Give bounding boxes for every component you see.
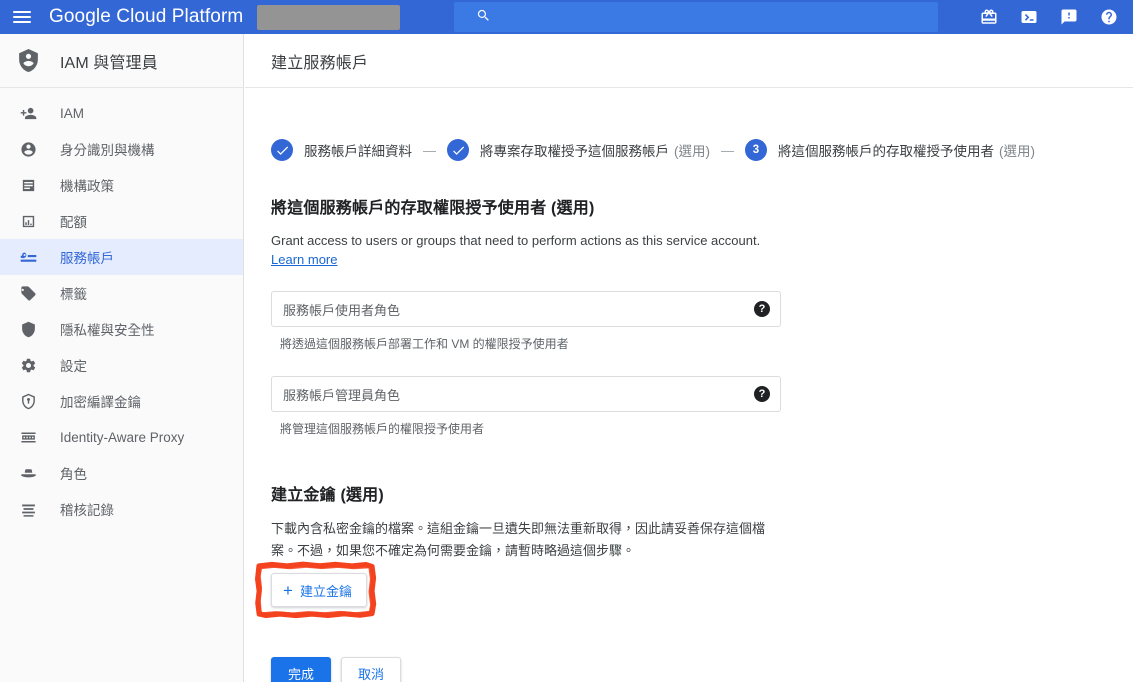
key-section-description: 下載內含私密金鑰的檔案。這組金鑰一旦遺失即無法重新取得，因此請妥善保存這個檔案。… [271, 521, 766, 558]
step-optional-tag: (選用) [999, 144, 1035, 159]
input-placeholder: 服務帳戶使用者角色 [283, 302, 401, 318]
sidebar-item-label: 加密編譯金鑰 [60, 395, 141, 410]
gift-icon[interactable] [969, 0, 1009, 34]
top-app-bar: Google Cloud Platform [0, 0, 1133, 34]
service-account-admins-role-field-group: 服務帳戶管理員角色 ? 將管理這個服務帳戶的權限授予使用者 [271, 376, 1113, 437]
top-bar-icon-group [969, 0, 1129, 34]
policy-document-icon [14, 177, 42, 194]
brand-title[interactable]: Google Cloud Platform [49, 6, 243, 28]
sidebar-item-privacy-security[interactable]: 隱私權與安全性 [0, 311, 243, 347]
gear-icon [14, 357, 42, 374]
help-icon[interactable]: ? [754, 301, 770, 317]
sidebar-item-label: 設定 [60, 359, 87, 374]
sidebar-item-label: 機構政策 [60, 179, 114, 194]
sidebar-item-label: Identity-Aware Proxy [60, 429, 185, 445]
step-label: 將專案存取權授予這個服務帳戶 [480, 144, 669, 159]
step-separator: — [423, 142, 436, 158]
page-title: 建立服務帳戶 [271, 54, 369, 72]
step-label: 服務帳戶詳細資料 [304, 144, 412, 159]
sidebar-item-label: 配額 [60, 215, 87, 230]
sidebar-item-label: 服務帳戶 [60, 251, 114, 266]
account-circle-icon [14, 141, 42, 158]
label-tag-icon [14, 285, 42, 302]
field-hint: 將透過這個服務帳戶部署工作和 VM 的權限授予使用者 [280, 337, 569, 351]
create-key-button-zone: + 建立金鑰 [255, 561, 401, 619]
service-account-admins-role-input[interactable]: 服務帳戶管理員角色 ? [271, 376, 781, 412]
access-section-title: 將這個服務帳戶的存取權限授予使用者 (選用) [271, 200, 595, 217]
sidebar-item-org-policy[interactable]: 機構政策 [0, 167, 243, 203]
sidebar-item-roles[interactable]: 角色 [0, 455, 243, 491]
step-label: 將這個服務帳戶的存取權授予使用者 [778, 144, 994, 159]
step-number-badge: 3 [745, 139, 767, 161]
main-content: 建立服務帳戶 服務帳戶詳細資料 — 將專案存取權授予這個服務帳戶 (選用) — … [245, 34, 1133, 682]
sidebar-product-title: IAM 與管理員 [60, 54, 158, 72]
sidebar-item-identity-org[interactable]: 身分識別與機構 [0, 131, 243, 167]
sidebar-item-label: IAM [60, 105, 85, 121]
access-section-description: Grant access to users or groups that nee… [271, 233, 761, 248]
sidebar-item-service-accounts[interactable]: 服務帳戶 [0, 239, 243, 275]
step-complete-check-icon [271, 139, 293, 161]
service-account-users-role-field-group: 服務帳戶使用者角色 ? 將透過這個服務帳戶部署工作和 VM 的權限授予使用者 [271, 291, 1113, 352]
step-2[interactable]: 將專案存取權授予這個服務帳戶 (選用) [447, 139, 710, 161]
field-hint: 將管理這個服務帳戶的權限授予使用者 [280, 422, 485, 436]
sidebar-item-identity-aware-proxy[interactable]: Identity-Aware Proxy [0, 419, 243, 455]
sidebar-product-header: IAM 與管理員 [0, 34, 243, 88]
search-icon [476, 8, 491, 26]
page-header: 建立服務帳戶 [245, 34, 1133, 88]
sidebar-item-label: 身分識別與機構 [60, 143, 155, 158]
wizard-step-content: 將這個服務帳戶的存取權限授予使用者 (選用) Grant access to u… [245, 194, 1133, 682]
key-section-title: 建立金鑰 (選用) [271, 487, 384, 504]
hamburger-menu-icon[interactable] [0, 0, 44, 34]
sidebar: IAM 與管理員 IAM 身分識別與機構 機構政策 配額 服務帳戶 標籤 隱私權… [0, 34, 244, 682]
sidebar-item-quota[interactable]: 配額 [0, 203, 243, 239]
step-optional-tag: (選用) [674, 144, 710, 159]
hamburger-bars [13, 8, 31, 26]
step-3[interactable]: 3 將這個服務帳戶的存取權授予使用者 (選用) [745, 139, 1035, 161]
feedback-icon[interactable] [1049, 0, 1089, 34]
wizard-stepper: 服務帳戶詳細資料 — 將專案存取權授予這個服務帳戶 (選用) — 3 將這個服務… [245, 139, 1133, 161]
cloud-shell-icon[interactable] [1009, 0, 1049, 34]
project-selector-chip[interactable] [257, 4, 401, 30]
sidebar-item-iam[interactable]: IAM [0, 95, 243, 131]
help-icon[interactable] [1089, 0, 1129, 34]
sidebar-item-settings[interactable]: 設定 [0, 347, 243, 383]
create-key-button[interactable]: + 建立金鑰 [271, 573, 367, 607]
learn-more-link[interactable]: Learn more [271, 252, 337, 267]
step-complete-check-icon [447, 139, 469, 161]
sidebar-item-label: 稽核記錄 [60, 503, 114, 518]
create-key-section: 建立金鑰 (選用) 下載內含私密金鑰的檔案。這組金鑰一旦遺失即無法重新取得，因此… [255, 481, 1113, 619]
quota-chart-icon [14, 213, 42, 230]
sidebar-nav-list: IAM 身分識別與機構 機構政策 配額 服務帳戶 標籤 隱私權與安全性 設定 加… [0, 88, 243, 527]
sidebar-item-audit-logs[interactable]: 稽核記錄 [0, 491, 243, 527]
service-account-users-role-input[interactable]: 服務帳戶使用者角色 ? [271, 291, 781, 327]
shield-icon [14, 321, 42, 338]
sidebar-item-label: 隱私權與安全性 [60, 323, 155, 338]
proxy-icon [14, 429, 42, 446]
sidebar-item-labels[interactable]: 標籤 [0, 275, 243, 311]
done-button[interactable]: 完成 [271, 657, 332, 682]
roles-hat-icon [14, 465, 42, 482]
create-key-button-label: 建立金鑰 [299, 583, 352, 599]
sidebar-item-cryptographic-keys[interactable]: 加密編譯金鑰 [0, 383, 243, 419]
help-icon[interactable]: ? [754, 386, 770, 402]
search-input[interactable] [454, 2, 939, 32]
sidebar-item-label: 標籤 [60, 287, 87, 302]
shield-key-icon [14, 393, 42, 410]
audit-log-lines-icon [14, 501, 42, 518]
key-account-icon [14, 249, 42, 266]
sidebar-item-label: 角色 [60, 467, 87, 482]
iam-shield-person-icon [14, 48, 42, 73]
input-placeholder: 服務帳戶管理員角色 [283, 387, 401, 403]
step-1[interactable]: 服務帳戶詳細資料 [271, 139, 412, 161]
step-separator: — [721, 142, 734, 158]
person-add-icon [14, 105, 42, 122]
cancel-button[interactable]: 取消 [341, 657, 402, 682]
form-actions: 完成 取消 [271, 657, 1113, 682]
plus-icon: + [283, 580, 293, 600]
